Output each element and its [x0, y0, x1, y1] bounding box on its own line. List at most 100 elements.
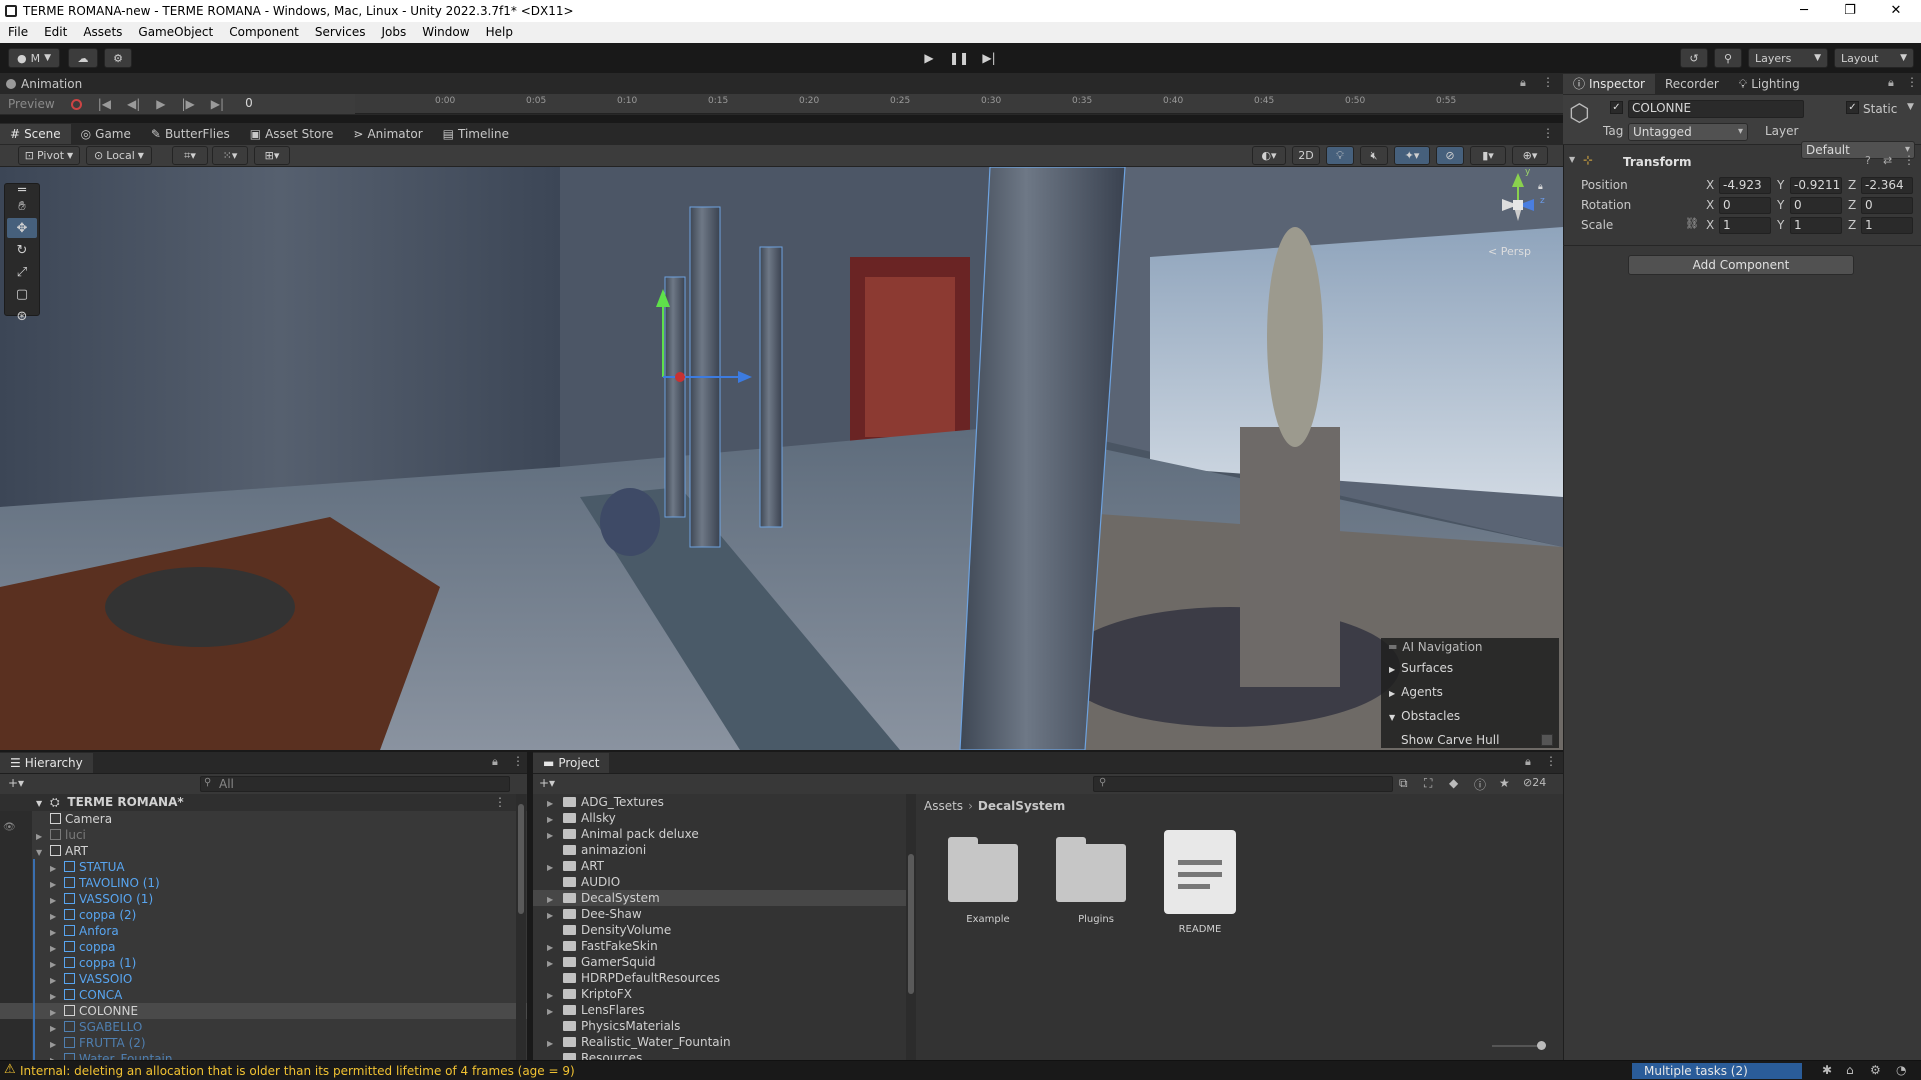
- lock-icon[interactable]: 🔒︎: [1520, 76, 1526, 90]
- ai-nav-obstacles[interactable]: ▼ Obstacles: [1381, 704, 1559, 728]
- scale-z-field[interactable]: 1: [1861, 217, 1913, 234]
- project-folder-item[interactable]: ▶ ART: [533, 858, 913, 874]
- project-folder-item[interactable]: ▶ GamerSquid: [533, 954, 913, 970]
- search-by-label-icon[interactable]: ⛶: [1424, 776, 1432, 791]
- ai-navigation-title[interactable]: ═ AI Navigation: [1381, 638, 1559, 656]
- hierarchy-item[interactable]: ▶ luci: [0, 827, 527, 843]
- lock-icon[interactable]: 🔒︎: [1525, 755, 1531, 769]
- scene-viewport[interactable]: y z < Persp 🔒︎: [0, 167, 1563, 750]
- record-icon[interactable]: [70, 98, 82, 110]
- scene-visibility-toggle[interactable]: ⊘: [1436, 146, 1464, 165]
- scale-tool[interactable]: ⤢: [7, 262, 37, 282]
- cloud-button[interactable]: ☁: [68, 48, 98, 68]
- move-tool[interactable]: ✥: [7, 218, 37, 238]
- menu-jobs[interactable]: Jobs: [374, 22, 415, 43]
- project-folder-item[interactable]: AUDIO: [533, 874, 913, 890]
- local-dropdown[interactable]: ⊙ Local ▼: [86, 146, 152, 165]
- play-button[interactable]: ▶: [914, 47, 944, 69]
- rotation-x-field[interactable]: 0: [1719, 197, 1771, 214]
- breadcrumb-current[interactable]: DecalSystem: [978, 799, 1065, 813]
- project-folder-item[interactable]: Resources: [533, 1050, 913, 1060]
- transform-header[interactable]: ▼ ⊹ Transform ? ⇄ ⋮: [1563, 152, 1921, 172]
- transform-tool[interactable]: ⊛: [7, 306, 37, 326]
- tab-scene[interactable]: # Scene: [0, 124, 71, 144]
- menu-services[interactable]: Services: [307, 22, 374, 43]
- close-button[interactable]: ✕: [1873, 0, 1919, 22]
- show-carve-hull-checkbox[interactable]: [1541, 734, 1553, 746]
- triangle-right-icon[interactable]: ▶: [50, 1053, 62, 1060]
- active-checkbox[interactable]: ✓: [1610, 101, 1623, 114]
- asset-plugins[interactable]: Plugins: [1056, 837, 1136, 925]
- info-icon[interactable]: ⓘ: [1474, 776, 1486, 793]
- hierarchy-item[interactable]: ▶ CONCA: [0, 987, 527, 1003]
- more-options-icon[interactable]: ⋮: [494, 794, 506, 810]
- 2d-toggle[interactable]: 2D: [1292, 146, 1320, 165]
- lock-icon[interactable]: 🔒︎: [492, 755, 498, 769]
- cache-icon[interactable]: ◔: [1896, 1063, 1906, 1077]
- asset-example[interactable]: Example: [948, 837, 1028, 925]
- grid-snap-button[interactable]: ⌗▾: [172, 146, 208, 165]
- pivot-dropdown[interactable]: ⊡ Pivot ▼: [18, 146, 80, 165]
- project-tree-scrollbar[interactable]: [906, 794, 916, 1060]
- project-folder-item[interactable]: HDRPDefaultResources: [533, 970, 913, 986]
- graduation-icon[interactable]: ⌂: [1846, 1063, 1854, 1077]
- background-tasks[interactable]: Multiple tasks (2) [0:00:35]: [1632, 1063, 1802, 1079]
- ai-nav-surfaces[interactable]: ▶ Surfaces: [1381, 656, 1559, 680]
- project-folder-item[interactable]: ▶ Allsky: [533, 810, 913, 826]
- menu-edit[interactable]: Edit: [36, 22, 75, 43]
- status-message[interactable]: Internal: deleting an allocation that is…: [20, 1064, 575, 1078]
- menu-component[interactable]: Component: [221, 22, 307, 43]
- timeline-ruler[interactable]: 0:00 0:05 0:10 0:15 0:20 0:25 0:30 0:35 …: [355, 94, 1563, 114]
- more-options-icon[interactable]: ⋮: [1545, 754, 1557, 768]
- project-folder-item[interactable]: ▶ LensFlares: [533, 1002, 913, 1018]
- hierarchy-scrollbar[interactable]: [516, 794, 526, 1060]
- hierarchy-item[interactable]: ▶ VASSOIO (1): [0, 891, 527, 907]
- hidden-packages-badge[interactable]: ⊘24: [1523, 776, 1546, 789]
- hierarchy-root[interactable]: ▼ ⛭ TERME ROMANA* ⋮: [0, 794, 527, 811]
- add-component-button[interactable]: Add Component: [1628, 255, 1854, 275]
- project-search-input[interactable]: [1093, 776, 1393, 792]
- draw-mode-dropdown[interactable]: ◐▾: [1252, 146, 1286, 165]
- preview-label[interactable]: Preview: [0, 97, 63, 111]
- scale-x-field[interactable]: 1: [1719, 217, 1771, 234]
- camera-dropdown[interactable]: ▮▾: [1470, 146, 1506, 165]
- search-by-type-icon[interactable]: ⧉: [1399, 776, 1408, 791]
- layers-dropdown[interactable]: Layers ▼: [1748, 48, 1828, 68]
- project-folder-item[interactable]: ▶ Realistic_Water_Fountain: [533, 1034, 913, 1050]
- object-name-field[interactable]: COLONNE: [1628, 100, 1804, 118]
- hierarchy-item[interactable]: ▶ STATUA: [0, 859, 527, 875]
- asset-readme[interactable]: README: [1164, 830, 1244, 935]
- menu-file[interactable]: File: [0, 22, 36, 43]
- hierarchy-item[interactable]: ▶ COLONNE: [0, 1003, 527, 1019]
- collab-button[interactable]: ⚙: [104, 48, 132, 68]
- project-folder-item[interactable]: ▶ Dee-Shaw: [533, 906, 913, 922]
- hierarchy-item[interactable]: ▶ FRUTTA (2): [0, 1035, 527, 1051]
- hierarchy-item[interactable]: ▶ coppa: [0, 939, 527, 955]
- rotation-y-field[interactable]: 0: [1790, 197, 1842, 214]
- hierarchy-item[interactable]: Camera: [0, 811, 527, 827]
- project-folder-item[interactable]: DensityVolume: [533, 922, 913, 938]
- project-folder-item[interactable]: animazioni: [533, 842, 913, 858]
- tab-inspector[interactable]: ⓘ Inspector: [1563, 74, 1655, 94]
- prev-frame-icon[interactable]: ◀|: [119, 97, 148, 111]
- more-options-icon[interactable]: ⋮: [512, 754, 524, 768]
- project-folder-item[interactable]: ▶ DecalSystem: [533, 890, 913, 906]
- presets-icon[interactable]: ⇄: [1883, 154, 1892, 167]
- tab-animator[interactable]: ⋗ Animator: [343, 124, 432, 144]
- gizmos-dropdown[interactable]: ⊕▾: [1512, 146, 1548, 165]
- rect-tool[interactable]: ▢: [7, 284, 37, 304]
- step-button[interactable]: ▶|: [974, 47, 1004, 69]
- hierarchy-item[interactable]: ▶ SGABELLO: [0, 1019, 527, 1035]
- snap-increment-button[interactable]: ⁙▾: [212, 146, 248, 165]
- play-icon[interactable]: ▶: [148, 97, 173, 111]
- rotation-z-field[interactable]: 0: [1861, 197, 1913, 214]
- tab-project[interactable]: ▬ Project: [533, 752, 610, 773]
- tab-hierarchy[interactable]: ☰ Hierarchy: [0, 752, 93, 773]
- lighting-toggle[interactable]: 💡︎: [1326, 146, 1354, 165]
- rotate-tool[interactable]: ↻: [7, 240, 37, 260]
- hierarchy-item[interactable]: ▼ ART: [0, 843, 527, 859]
- persp-label[interactable]: < Persp: [1488, 245, 1531, 258]
- project-folder-item[interactable]: PhysicsMaterials: [533, 1018, 913, 1034]
- scale-y-field[interactable]: 1: [1790, 217, 1842, 234]
- bug-icon[interactable]: ✱: [1822, 1063, 1832, 1077]
